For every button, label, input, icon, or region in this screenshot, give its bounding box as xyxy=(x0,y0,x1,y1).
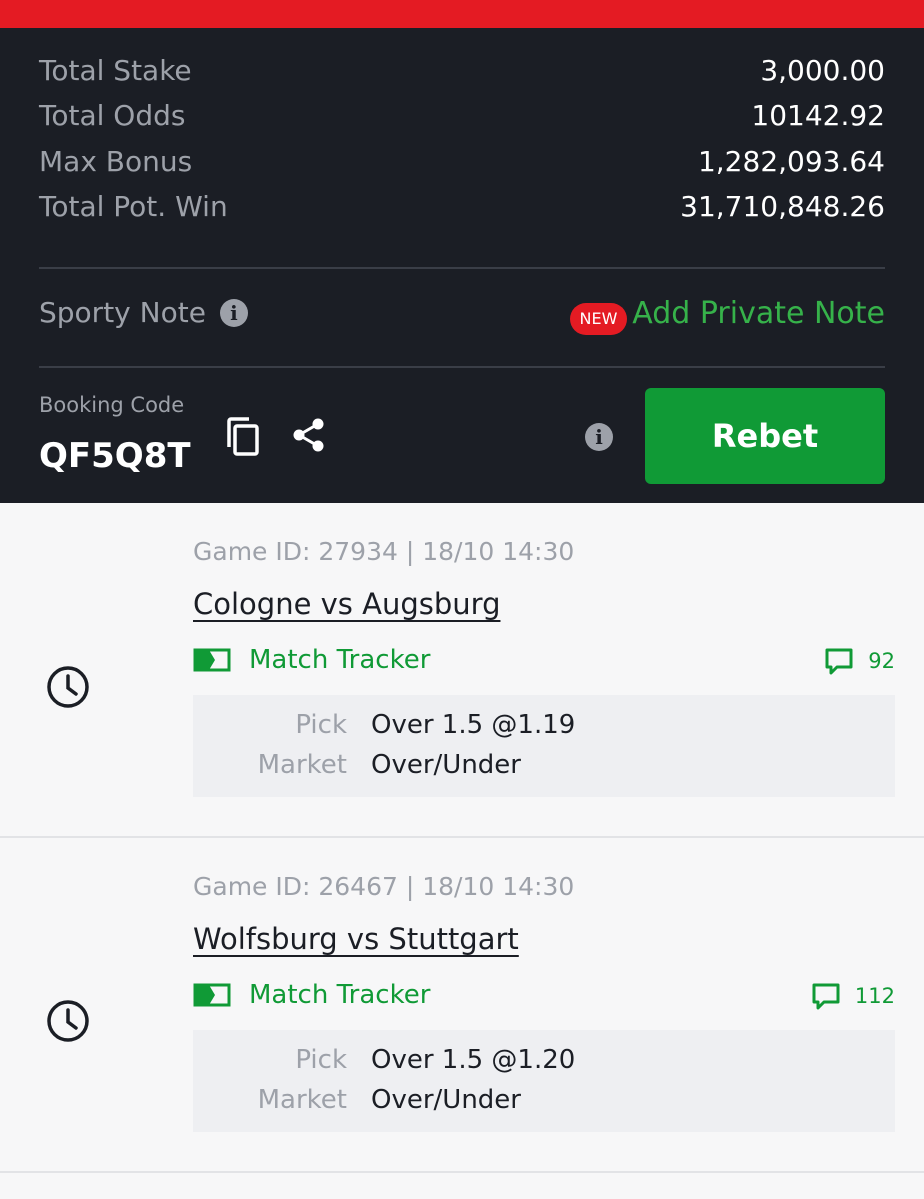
pick-details: Pick Over 1.5 @1.19 Market Over/Under xyxy=(193,695,895,797)
clock-icon xyxy=(47,666,89,708)
total-stake-label: Total Stake xyxy=(39,53,192,87)
match-tracker-icon xyxy=(193,983,231,1007)
new-badge: NEW xyxy=(570,303,627,335)
add-private-note-link[interactable]: Add Private Note xyxy=(632,296,885,331)
booking-code-label: Booking Code xyxy=(39,393,185,417)
booking-code-value: QF5Q8T xyxy=(39,436,191,476)
comments-count: 112 xyxy=(854,984,895,1008)
market-label: Market xyxy=(257,1085,347,1115)
total-pot-win-value: 31,710,848.26 xyxy=(680,189,885,223)
sporty-note-label: Sporty Note xyxy=(39,296,206,329)
comments-button[interactable]: 92 xyxy=(824,647,895,675)
max-bonus-value: 1,282,093.64 xyxy=(697,144,885,178)
market-label: Market xyxy=(257,750,347,780)
copy-icon[interactable] xyxy=(224,416,264,458)
pick-label: Pick xyxy=(295,710,347,740)
pick-details: Pick Over 1.5 @1.20 Market Over/Under xyxy=(193,1030,895,1132)
game-teams-link[interactable]: Cologne vs Augsburg xyxy=(193,587,500,621)
market-value: Over/Under xyxy=(371,750,521,780)
game-meta: Game ID: 26467 | 18/10 14:30 xyxy=(193,872,575,901)
info-icon[interactable]: i xyxy=(585,423,613,451)
top-accent-bar xyxy=(0,0,924,28)
total-stake-row: Total Stake 3,000.00 xyxy=(39,50,885,90)
pick-value: Over 1.5 @1.19 xyxy=(371,710,576,740)
game-card: Game ID: 27934 | 18/10 14:30 Cologne vs … xyxy=(0,503,924,838)
comments-count: 92 xyxy=(868,649,895,673)
match-tracker-link[interactable]: Match Tracker xyxy=(193,645,430,675)
match-tracker-label: Match Tracker xyxy=(249,980,431,1010)
pick-label: Pick xyxy=(295,1045,347,1075)
total-stake-value: 3,000.00 xyxy=(760,53,885,87)
comment-icon xyxy=(812,983,840,1010)
rebet-button[interactable]: Rebet xyxy=(645,388,885,484)
market-value: Over/Under xyxy=(371,1085,521,1115)
clock-icon xyxy=(47,1000,89,1042)
total-odds-label: Total Odds xyxy=(39,98,186,132)
comment-icon xyxy=(825,648,853,675)
share-icon[interactable] xyxy=(290,416,328,454)
sporty-note: Sporty Note i xyxy=(39,296,248,329)
match-tracker-link[interactable]: Match Tracker xyxy=(193,980,430,1010)
bet-summary-panel: Total Stake 3,000.00 Total Odds 10142.92… xyxy=(0,28,924,503)
info-icon[interactable]: i xyxy=(219,298,248,327)
divider xyxy=(39,267,885,269)
total-odds-row: Total Odds 10142.92 xyxy=(39,95,885,135)
max-bonus-label: Max Bonus xyxy=(39,144,193,178)
game-card: Game ID: 26467 | 18/10 14:30 Wolfsburg v… xyxy=(0,838,924,1173)
divider xyxy=(39,366,885,368)
total-odds-value: 10142.92 xyxy=(751,98,885,132)
game-teams-link[interactable]: Wolfsburg vs Stuttgart xyxy=(193,922,519,956)
total-pot-win-row: Total Pot. Win 31,710,848.26 xyxy=(39,186,885,226)
match-tracker-label: Match Tracker xyxy=(249,645,431,675)
max-bonus-row: Max Bonus 1,282,093.64 xyxy=(39,141,885,181)
total-pot-win-label: Total Pot. Win xyxy=(39,189,228,223)
game-meta: Game ID: 27934 | 18/10 14:30 xyxy=(193,537,575,566)
comments-button[interactable]: 112 xyxy=(811,982,895,1010)
match-tracker-icon xyxy=(193,648,231,672)
pick-value: Over 1.5 @1.20 xyxy=(371,1045,576,1075)
